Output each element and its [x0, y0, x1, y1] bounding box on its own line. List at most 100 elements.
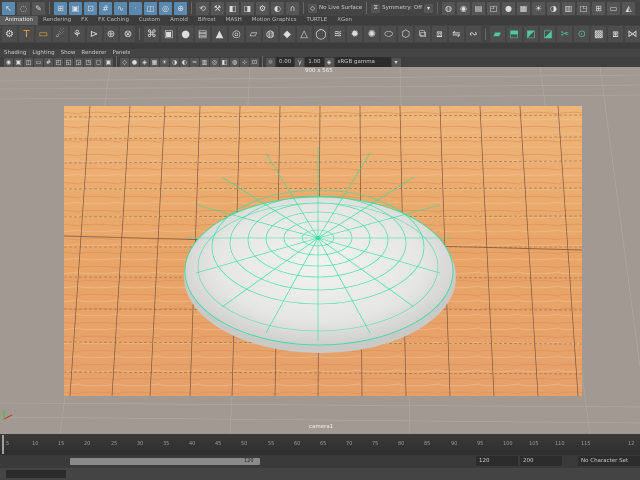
range-end-field[interactable]: 120 — [244, 458, 254, 464]
field-chart-icon[interactable]: ◳ — [84, 57, 93, 67]
select-hierarchy-icon[interactable]: ⊞ — [54, 1, 67, 15]
magnet-icon[interactable]: ∩ — [286, 1, 299, 15]
select-camera-icon[interactable]: ◉ — [4, 57, 13, 67]
render-icon[interactable]: ◧ — [226, 1, 239, 15]
boolean-icon[interactable]: ⊗ — [120, 26, 136, 42]
smooth-icon[interactable]: ∾ — [465, 26, 481, 42]
shelf-tab-arnold[interactable]: Arnold — [165, 16, 193, 25]
fill-hole-icon[interactable]: ◪ — [540, 26, 556, 42]
texture-icon[interactable]: ▦ — [517, 1, 531, 15]
gamma-field[interactable]: 1.00 — [305, 57, 324, 67]
command-line[interactable] — [0, 468, 640, 480]
textured-icon[interactable]: ▦ — [150, 57, 159, 67]
anim-end-field[interactable]: 200 — [520, 456, 562, 466]
multi-cut-icon[interactable]: ✂ — [557, 26, 573, 42]
gear-icon[interactable]: ⚙ — [2, 26, 17, 42]
gate-icon[interactable]: ▭ — [607, 1, 621, 15]
menu-renderer[interactable]: Renderer — [81, 50, 106, 56]
construction-icon[interactable]: ⚒ — [211, 1, 224, 15]
character-set-dropdown[interactable]: No Character Set — [578, 456, 640, 466]
edge-loop-icon[interactable]: ⧆ — [608, 26, 624, 42]
wireframe-icon[interactable]: ◰ — [487, 1, 501, 15]
smooth-shade-icon[interactable]: ● — [502, 1, 516, 15]
select-object-icon[interactable]: ▣ — [69, 1, 82, 15]
snap-point-icon[interactable]: · — [129, 1, 142, 15]
snap-view-icon[interactable]: ◫ — [144, 1, 157, 15]
snap-live-icon[interactable]: ⊕ — [174, 1, 187, 15]
snapshot-icon[interactable]: ▤ — [472, 1, 486, 15]
torus-icon[interactable]: ◎ — [228, 26, 244, 42]
playback-end-field[interactable]: 120 — [476, 456, 518, 466]
shelf-tab-motion-graphics[interactable]: Motion Graphics — [247, 16, 302, 25]
type-tool-icon[interactable]: ⚘ — [69, 26, 85, 42]
xray-components-icon[interactable]: ⊡ — [250, 57, 259, 67]
current-time-marker[interactable] — [2, 435, 4, 454]
film-gate-icon[interactable]: ◰ — [54, 57, 63, 67]
snap-surface-icon[interactable]: ◎ — [159, 1, 172, 15]
cone-icon[interactable]: ▲ — [212, 26, 227, 42]
snap-grid-icon[interactable]: # — [99, 1, 112, 15]
exposure-icon[interactable]: ☼ — [266, 57, 275, 67]
svg-icon[interactable]: ▭ — [35, 26, 51, 42]
pyramid-icon[interactable]: △ — [296, 26, 312, 42]
bookmark-icon[interactable]: ◫ — [24, 57, 33, 67]
shelf-tab-mash[interactable]: MASH — [221, 16, 247, 25]
disc-icon[interactable]: ◍ — [262, 26, 278, 42]
snap-curve-icon[interactable]: ∿ — [114, 1, 127, 15]
xray-mode-icon[interactable]: ◍ — [230, 57, 239, 67]
time-slider[interactable]: 5 10 15 20 25 30 35 40 45 50 55 60 65 70… — [0, 434, 640, 455]
color-space-dropdown[interactable]: sRGB gamma — [334, 57, 391, 67]
wireframe-on-shaded-icon[interactable]: ◈ — [140, 57, 149, 67]
plane-icon[interactable]: ▱ — [245, 26, 261, 42]
use-lights-icon[interactable]: ☀ — [160, 57, 169, 67]
image-plane-icon[interactable]: ▭ — [34, 57, 43, 67]
anti-aliasing-icon[interactable]: ▥ — [200, 57, 209, 67]
ambient-occlusion-icon[interactable]: ◐ — [180, 57, 189, 67]
soccer-ball-icon[interactable]: ✺ — [364, 26, 380, 42]
combine-icon[interactable]: ⧉ — [415, 26, 430, 42]
shadow-icon[interactable]: ◑ — [547, 1, 561, 15]
cylinder-icon[interactable]: ▤ — [195, 26, 210, 42]
select-component-icon[interactable]: ⊡ — [84, 1, 97, 15]
safe-title-icon[interactable]: ▣ — [104, 57, 113, 67]
resolution-gate-icon[interactable]: ◱ — [64, 57, 73, 67]
wireframe-view-icon[interactable]: ◇ — [120, 57, 129, 67]
history-icon[interactable]: ⟲ — [196, 1, 209, 15]
super-ellipse-icon[interactable]: ⬭ — [381, 26, 397, 42]
cube-icon[interactable]: ▣ — [161, 26, 177, 42]
paint-select-icon[interactable]: ✎ — [32, 1, 45, 15]
mash-icon[interactable]: ⌘ — [144, 26, 160, 42]
menu-show[interactable]: Show — [61, 50, 76, 56]
camera-icon[interactable]: ◉ — [457, 1, 471, 15]
quad-draw-icon[interactable]: ▩ — [591, 26, 607, 42]
bridge-icon[interactable]: ⬒ — [506, 26, 522, 42]
range-slider[interactable]: 120 120 200 No Character Set — [0, 455, 640, 468]
grid-toggle-icon[interactable]: # — [44, 57, 53, 67]
xray-icon[interactable]: ◍ — [442, 1, 456, 15]
shelf-tab-custom[interactable]: Custom — [134, 16, 165, 25]
mirror-icon[interactable]: ⇋ — [448, 26, 464, 42]
symmetry-dropdown[interactable]: Symmetry: Off — [382, 5, 422, 11]
extrude-icon[interactable]: ▰ — [489, 26, 505, 42]
light-icon[interactable]: ☀ — [532, 1, 546, 15]
smooth-shade-all-icon[interactable]: ● — [130, 57, 139, 67]
aa-icon[interactable]: ▥ — [562, 1, 576, 15]
shelf-tab-turtle[interactable]: TURTLE — [301, 16, 332, 25]
shadows-icon[interactable]: ◑ — [170, 57, 179, 67]
gear-shape-icon[interactable]: ✹ — [347, 26, 363, 42]
viewport-panel[interactable]: 900 x 565 camera1 — [0, 67, 640, 434]
command-input[interactable] — [6, 470, 66, 478]
shelf-tab-fx-caching[interactable]: FX Caching — [93, 16, 134, 25]
separate-icon[interactable]: ⧈ — [431, 26, 447, 42]
text-icon[interactable]: T — [18, 26, 34, 42]
range-bar[interactable] — [70, 458, 260, 465]
xray-joints-icon[interactable]: ⊹ — [240, 57, 249, 67]
chevron-down-icon[interactable]: ▾ — [391, 57, 401, 67]
render-settings-icon[interactable]: ⚙ — [256, 1, 269, 15]
sign-in-icon[interactable]: ◭ — [622, 1, 636, 15]
bevel-icon[interactable]: ◩ — [523, 26, 539, 42]
select-tool-icon[interactable]: ↖ — [2, 1, 15, 15]
shelf-tab-xgen[interactable]: XGen — [332, 16, 357, 25]
live-surface-label[interactable]: No Live Surface — [319, 5, 362, 11]
helix-icon[interactable]: ≋ — [330, 26, 346, 42]
